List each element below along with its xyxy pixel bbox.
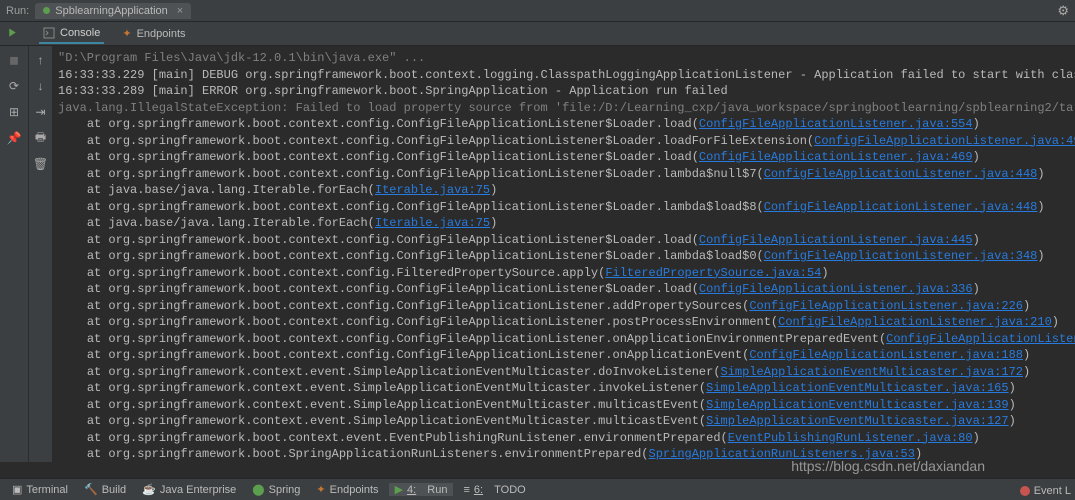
stack-line: at org.springframework.context.event.Sim… [58, 397, 1069, 414]
list-icon: ≡ [463, 484, 469, 496]
tab-endpoints[interactable]: ✦ Endpoints [118, 24, 189, 43]
source-link[interactable]: ConfigFileApplicationListener.java:448 [764, 167, 1038, 181]
bottom-toolbar: ▣Terminal 🔨Build ☕Java Enterprise ⬤Sprin… [0, 478, 1075, 500]
hammer-icon: 🔨 [84, 483, 98, 496]
source-link[interactable]: ConfigFileApplicationListener.java:469 [699, 150, 973, 164]
source-link[interactable]: FilteredPropertySource.java:54 [605, 266, 821, 280]
endpoints-icon: ✦ [122, 27, 131, 40]
update-icon[interactable]: ⟳ [6, 78, 22, 94]
pin-icon[interactable]: 📌 [6, 130, 22, 146]
tab-java-enterprise[interactable]: ☕Java Enterprise [136, 483, 242, 496]
rerun-icon[interactable] [6, 26, 19, 42]
source-link[interactable]: Iterable.java:75 [375, 216, 490, 230]
left-gutter-2: ↑ ↓ ⇥ 🖶 🗑 [28, 46, 52, 462]
stack-line: at org.springframework.boot.context.conf… [58, 133, 1069, 150]
play-icon: ▶ [395, 483, 403, 496]
up-icon[interactable]: ↑ [33, 52, 49, 68]
source-link[interactable]: ConfigFileApplicationListener.java:226 [749, 299, 1023, 313]
source-link[interactable]: ConfigFileApplicationListener.java:445 [699, 233, 973, 247]
close-icon[interactable]: × [177, 5, 183, 17]
log-line: 16:33:33.229 [main] DEBUG org.springfram… [58, 67, 1069, 84]
tab-endpoints-bottom[interactable]: ✦Endpoints [310, 483, 384, 496]
source-link[interactable]: Iterable.java:75 [375, 183, 490, 197]
stack-line: at org.springframework.context.event.Sim… [58, 413, 1069, 430]
stack-line: at org.springframework.boot.context.conf… [58, 331, 1069, 348]
stack-line: at java.base/java.lang.Iterable.forEach(… [58, 182, 1069, 199]
source-link[interactable]: ConfigFileApplicationListener.java:348 [764, 249, 1038, 263]
stack-line: at org.springframework.boot.context.conf… [58, 265, 1069, 282]
tab-terminal[interactable]: ▣Terminal [6, 483, 74, 496]
down-icon[interactable]: ↓ [33, 78, 49, 94]
console-icon [43, 27, 55, 39]
tab-console[interactable]: Console [39, 24, 104, 44]
tab-run[interactable]: ▶4: Run [389, 483, 454, 496]
stack-line: at org.springframework.boot.context.conf… [58, 298, 1069, 315]
console-output[interactable]: "D:\Program Files\Java\jdk-12.0.1\bin\ja… [52, 46, 1075, 462]
source-link[interactable]: ConfigFileApplicationListener.java:448 [764, 200, 1038, 214]
watermark-text: https://blog.csdn.net/daxiandan [791, 458, 985, 474]
source-link[interactable]: ConfigFileApplicationListener.java:499 [814, 134, 1075, 148]
source-link[interactable]: ConfigFileApplicationListener.java:210 [778, 315, 1052, 329]
tab-build[interactable]: 🔨Build [78, 483, 132, 496]
source-link[interactable]: SimpleApplicationEventMulticaster.java:1… [721, 365, 1023, 379]
source-link[interactable]: ConfigFileApplicationListener.java:188 [749, 348, 1023, 362]
terminal-icon: ▣ [12, 483, 22, 496]
print-icon[interactable]: 🖶 [33, 130, 49, 146]
wrap-icon[interactable]: ⇥ [33, 104, 49, 120]
log-line: java.lang.IllegalStateException: Failed … [58, 100, 1069, 117]
source-link[interactable]: EventPublishingRunListener.java:80 [728, 431, 973, 445]
leaf-icon: ⬤ [252, 483, 264, 496]
source-link[interactable]: SimpleApplicationEventMulticaster.java:1… [706, 398, 1008, 412]
source-link[interactable]: SimpleApplicationEventMulticaster.java:1… [706, 414, 1008, 428]
layout-icon[interactable]: ⊞ [6, 104, 22, 120]
trash-icon[interactable]: 🗑 [33, 156, 49, 172]
console-tabs: Console ✦ Endpoints [0, 22, 1075, 46]
stack-line: at org.springframework.boot.context.conf… [58, 314, 1069, 331]
stack-line: at org.springframework.boot.context.conf… [58, 281, 1069, 298]
stack-line: at org.springframework.boot.context.conf… [58, 149, 1069, 166]
tab-title: SpblearningApplication [55, 5, 168, 17]
stack-line: at org.springframework.boot.context.conf… [58, 347, 1069, 364]
run-tool-header: Run: SpblearningApplication × ⚙ [0, 0, 1075, 22]
stack-line: at java.base/java.lang.Iterable.forEach(… [58, 215, 1069, 232]
stop-icon[interactable]: ◼ [6, 52, 22, 68]
source-link[interactable]: ConfigFileApplicationListener.java:336 [699, 282, 973, 296]
cmd-line: "D:\Program Files\Java\jdk-12.0.1\bin\ja… [58, 50, 1069, 67]
stack-line: at org.springframework.context.event.Sim… [58, 364, 1069, 381]
run-label: Run: [6, 5, 29, 17]
stack-line: at org.springframework.boot.context.conf… [58, 232, 1069, 249]
log-line: 16:33:33.289 [main] ERROR org.springfram… [58, 83, 1069, 100]
run-config-tab[interactable]: SpblearningApplication × [35, 3, 191, 19]
tab-spring[interactable]: ⬤Spring [246, 483, 306, 496]
stack-line: at org.springframework.boot.context.conf… [58, 116, 1069, 133]
main-panel: ◼ ⟳ ⊞ 📌 ↑ ↓ ⇥ 🖶 🗑 "D:\Program Files\Java… [0, 46, 1075, 462]
endpoints-icon: ✦ [316, 483, 325, 496]
stack-line: at org.springframework.boot.context.even… [58, 430, 1069, 447]
left-gutter: ◼ ⟳ ⊞ 📌 [0, 46, 28, 462]
stack-line: at org.springframework.context.event.Sim… [58, 380, 1069, 397]
bean-icon: ☕ [142, 483, 156, 496]
stack-line: at org.springframework.boot.context.conf… [58, 248, 1069, 265]
tab-todo[interactable]: ≡6: TODO [457, 484, 531, 496]
source-link[interactable]: ConfigFileApplicationListener.java:554 [699, 117, 973, 131]
source-link[interactable]: ConfigFileApplicationListener.java:200 [886, 332, 1075, 346]
stack-line: at org.springframework.boot.context.conf… [58, 166, 1069, 183]
stack-line: at org.springframework.boot.context.conf… [58, 199, 1069, 216]
source-link[interactable]: SimpleApplicationEventMulticaster.java:1… [706, 381, 1008, 395]
event-log-button[interactable]: Event L [1020, 485, 1071, 497]
error-badge-icon [1020, 486, 1030, 496]
gear-icon[interactable]: ⚙ [1057, 3, 1069, 19]
spring-icon [43, 7, 50, 14]
